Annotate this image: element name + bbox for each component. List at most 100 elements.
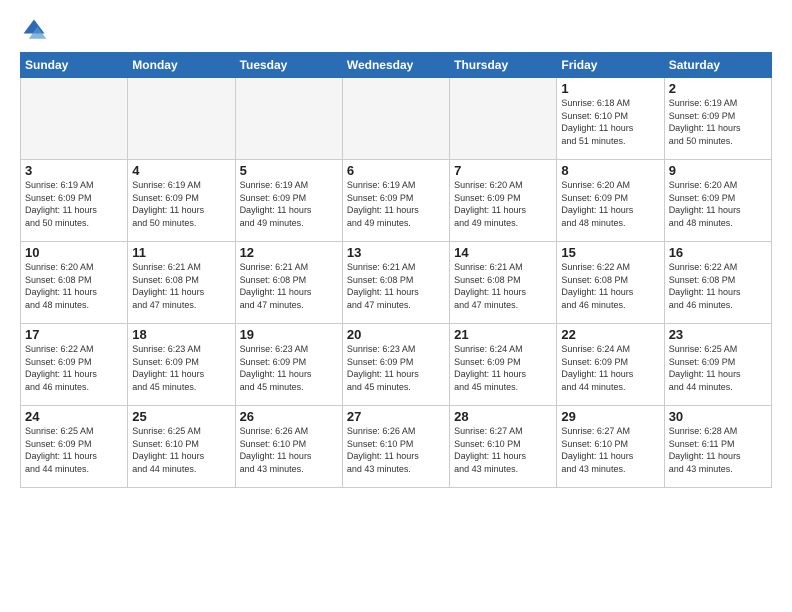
calendar-cell: 2Sunrise: 6:19 AM Sunset: 6:09 PM Daylig…: [664, 78, 771, 160]
day-info: Sunrise: 6:19 AM Sunset: 6:09 PM Dayligh…: [669, 97, 767, 147]
day-info: Sunrise: 6:23 AM Sunset: 6:09 PM Dayligh…: [240, 343, 338, 393]
calendar-cell: 22Sunrise: 6:24 AM Sunset: 6:09 PM Dayli…: [557, 324, 664, 406]
day-info: Sunrise: 6:26 AM Sunset: 6:10 PM Dayligh…: [240, 425, 338, 475]
day-info: Sunrise: 6:27 AM Sunset: 6:10 PM Dayligh…: [454, 425, 552, 475]
weekday-header-friday: Friday: [557, 53, 664, 78]
day-info: Sunrise: 6:28 AM Sunset: 6:11 PM Dayligh…: [669, 425, 767, 475]
day-number: 30: [669, 409, 767, 424]
day-info: Sunrise: 6:25 AM Sunset: 6:09 PM Dayligh…: [25, 425, 123, 475]
day-info: Sunrise: 6:23 AM Sunset: 6:09 PM Dayligh…: [347, 343, 445, 393]
day-number: 20: [347, 327, 445, 342]
day-info: Sunrise: 6:26 AM Sunset: 6:10 PM Dayligh…: [347, 425, 445, 475]
day-info: Sunrise: 6:24 AM Sunset: 6:09 PM Dayligh…: [561, 343, 659, 393]
weekday-header-saturday: Saturday: [664, 53, 771, 78]
day-number: 10: [25, 245, 123, 260]
calendar-cell: [128, 78, 235, 160]
calendar-cell: 11Sunrise: 6:21 AM Sunset: 6:08 PM Dayli…: [128, 242, 235, 324]
day-number: 1: [561, 81, 659, 96]
weekday-header-thursday: Thursday: [450, 53, 557, 78]
calendar-cell: [21, 78, 128, 160]
day-number: 16: [669, 245, 767, 260]
calendar-cell: 12Sunrise: 6:21 AM Sunset: 6:08 PM Dayli…: [235, 242, 342, 324]
day-info: Sunrise: 6:24 AM Sunset: 6:09 PM Dayligh…: [454, 343, 552, 393]
calendar-cell: 28Sunrise: 6:27 AM Sunset: 6:10 PM Dayli…: [450, 406, 557, 488]
day-number: 14: [454, 245, 552, 260]
day-number: 2: [669, 81, 767, 96]
header: [20, 16, 772, 44]
day-info: Sunrise: 6:25 AM Sunset: 6:10 PM Dayligh…: [132, 425, 230, 475]
day-number: 26: [240, 409, 338, 424]
calendar-week-row: 1Sunrise: 6:18 AM Sunset: 6:10 PM Daylig…: [21, 78, 772, 160]
calendar-cell: [342, 78, 449, 160]
day-info: Sunrise: 6:20 AM Sunset: 6:08 PM Dayligh…: [25, 261, 123, 311]
day-number: 23: [669, 327, 767, 342]
day-number: 12: [240, 245, 338, 260]
calendar-week-row: 17Sunrise: 6:22 AM Sunset: 6:09 PM Dayli…: [21, 324, 772, 406]
calendar-table: SundayMondayTuesdayWednesdayThursdayFrid…: [20, 52, 772, 488]
calendar-cell: 19Sunrise: 6:23 AM Sunset: 6:09 PM Dayli…: [235, 324, 342, 406]
day-number: 8: [561, 163, 659, 178]
day-info: Sunrise: 6:21 AM Sunset: 6:08 PM Dayligh…: [240, 261, 338, 311]
calendar-cell: 29Sunrise: 6:27 AM Sunset: 6:10 PM Dayli…: [557, 406, 664, 488]
calendar-page: SundayMondayTuesdayWednesdayThursdayFrid…: [0, 0, 792, 504]
day-number: 28: [454, 409, 552, 424]
day-info: Sunrise: 6:25 AM Sunset: 6:09 PM Dayligh…: [669, 343, 767, 393]
calendar-cell: 16Sunrise: 6:22 AM Sunset: 6:08 PM Dayli…: [664, 242, 771, 324]
calendar-cell: 23Sunrise: 6:25 AM Sunset: 6:09 PM Dayli…: [664, 324, 771, 406]
day-info: Sunrise: 6:19 AM Sunset: 6:09 PM Dayligh…: [25, 179, 123, 229]
day-number: 19: [240, 327, 338, 342]
day-number: 29: [561, 409, 659, 424]
day-number: 18: [132, 327, 230, 342]
weekday-header-wednesday: Wednesday: [342, 53, 449, 78]
day-info: Sunrise: 6:20 AM Sunset: 6:09 PM Dayligh…: [454, 179, 552, 229]
calendar-week-row: 3Sunrise: 6:19 AM Sunset: 6:09 PM Daylig…: [21, 160, 772, 242]
calendar-cell: 13Sunrise: 6:21 AM Sunset: 6:08 PM Dayli…: [342, 242, 449, 324]
day-info: Sunrise: 6:19 AM Sunset: 6:09 PM Dayligh…: [240, 179, 338, 229]
logo: [20, 16, 52, 44]
weekday-header-monday: Monday: [128, 53, 235, 78]
calendar-cell: 27Sunrise: 6:26 AM Sunset: 6:10 PM Dayli…: [342, 406, 449, 488]
weekday-header-tuesday: Tuesday: [235, 53, 342, 78]
day-number: 21: [454, 327, 552, 342]
calendar-week-row: 24Sunrise: 6:25 AM Sunset: 6:09 PM Dayli…: [21, 406, 772, 488]
day-number: 4: [132, 163, 230, 178]
day-number: 11: [132, 245, 230, 260]
day-number: 6: [347, 163, 445, 178]
calendar-cell: 25Sunrise: 6:25 AM Sunset: 6:10 PM Dayli…: [128, 406, 235, 488]
day-info: Sunrise: 6:22 AM Sunset: 6:08 PM Dayligh…: [561, 261, 659, 311]
day-number: 9: [669, 163, 767, 178]
day-number: 13: [347, 245, 445, 260]
calendar-cell: [450, 78, 557, 160]
day-info: Sunrise: 6:19 AM Sunset: 6:09 PM Dayligh…: [347, 179, 445, 229]
calendar-cell: 14Sunrise: 6:21 AM Sunset: 6:08 PM Dayli…: [450, 242, 557, 324]
day-number: 22: [561, 327, 659, 342]
day-info: Sunrise: 6:18 AM Sunset: 6:10 PM Dayligh…: [561, 97, 659, 147]
day-info: Sunrise: 6:21 AM Sunset: 6:08 PM Dayligh…: [347, 261, 445, 311]
weekday-header-row: SundayMondayTuesdayWednesdayThursdayFrid…: [21, 53, 772, 78]
calendar-cell: 20Sunrise: 6:23 AM Sunset: 6:09 PM Dayli…: [342, 324, 449, 406]
day-number: 15: [561, 245, 659, 260]
logo-icon: [20, 16, 48, 44]
day-info: Sunrise: 6:21 AM Sunset: 6:08 PM Dayligh…: [454, 261, 552, 311]
calendar-cell: [235, 78, 342, 160]
calendar-week-row: 10Sunrise: 6:20 AM Sunset: 6:08 PM Dayli…: [21, 242, 772, 324]
calendar-cell: 26Sunrise: 6:26 AM Sunset: 6:10 PM Dayli…: [235, 406, 342, 488]
day-number: 7: [454, 163, 552, 178]
calendar-cell: 15Sunrise: 6:22 AM Sunset: 6:08 PM Dayli…: [557, 242, 664, 324]
day-number: 27: [347, 409, 445, 424]
day-info: Sunrise: 6:19 AM Sunset: 6:09 PM Dayligh…: [132, 179, 230, 229]
day-number: 5: [240, 163, 338, 178]
calendar-cell: 6Sunrise: 6:19 AM Sunset: 6:09 PM Daylig…: [342, 160, 449, 242]
day-number: 17: [25, 327, 123, 342]
day-info: Sunrise: 6:22 AM Sunset: 6:08 PM Dayligh…: [669, 261, 767, 311]
calendar-cell: 17Sunrise: 6:22 AM Sunset: 6:09 PM Dayli…: [21, 324, 128, 406]
day-info: Sunrise: 6:20 AM Sunset: 6:09 PM Dayligh…: [669, 179, 767, 229]
day-info: Sunrise: 6:23 AM Sunset: 6:09 PM Dayligh…: [132, 343, 230, 393]
day-number: 24: [25, 409, 123, 424]
day-number: 25: [132, 409, 230, 424]
calendar-cell: 9Sunrise: 6:20 AM Sunset: 6:09 PM Daylig…: [664, 160, 771, 242]
day-info: Sunrise: 6:27 AM Sunset: 6:10 PM Dayligh…: [561, 425, 659, 475]
calendar-cell: 30Sunrise: 6:28 AM Sunset: 6:11 PM Dayli…: [664, 406, 771, 488]
calendar-cell: 18Sunrise: 6:23 AM Sunset: 6:09 PM Dayli…: [128, 324, 235, 406]
weekday-header-sunday: Sunday: [21, 53, 128, 78]
